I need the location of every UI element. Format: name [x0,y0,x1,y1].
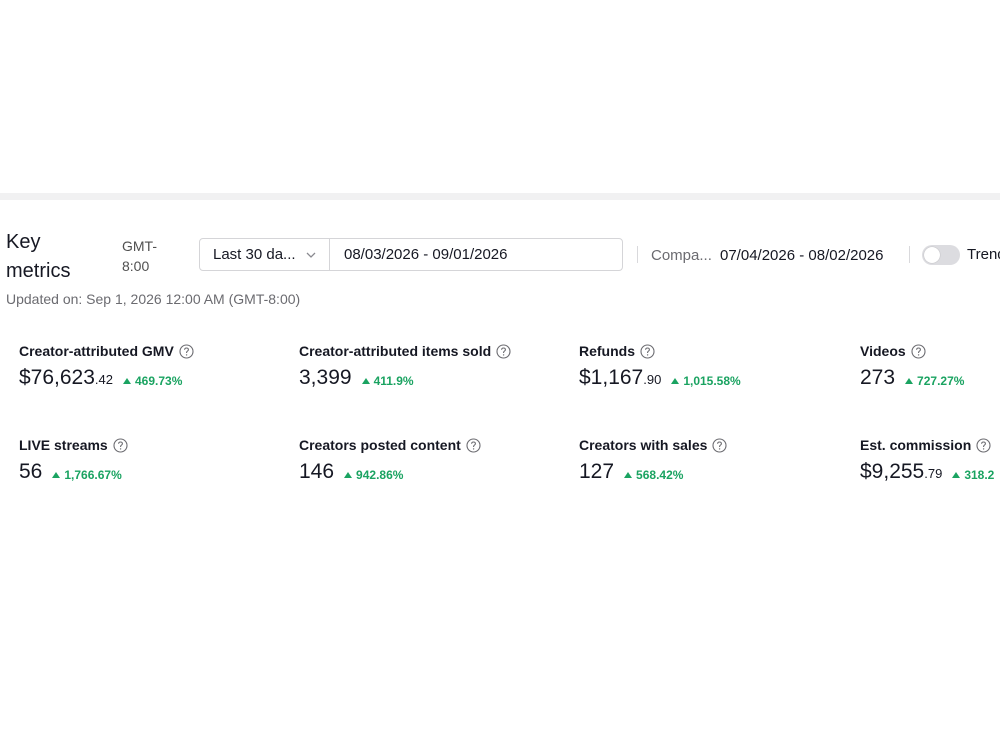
metric-label: LIVE streams [19,437,108,453]
compare-label: Compa... [651,247,712,264]
trend-label: Trend [967,246,1000,263]
metric-value-row: 273 727.27% [860,366,1000,390]
title-line-1: Key [6,231,41,253]
metric-value-row: 56 1,766.67% [19,460,289,484]
help-icon[interactable] [712,437,727,453]
metric-label: Refunds [579,343,635,359]
metric-label: Creator-attributed items sold [299,343,492,359]
metric-label: Creator-attributed GMV [19,343,174,359]
trend-toggle[interactable] [922,245,960,265]
metric-delta-value: 411.9% [373,374,414,388]
metric-value: $1,167 [579,366,644,389]
metric-delta-value: 942.86% [356,468,404,482]
metric-delta-value: 727.27% [917,374,965,388]
metric-card: Videos 273 727.27% [860,342,1000,390]
metric-card: Creators posted content 146 942.86% [299,436,569,484]
metric-delta: 469.73% [123,374,182,388]
metric-value-row: $76,623.42 469.73% [19,366,289,390]
help-icon[interactable] [179,343,194,359]
arrow-up-icon [361,378,370,384]
arrow-up-icon [123,378,131,384]
metric-value-row: $9,255.79 318.2 [860,460,1000,484]
metric-delta: 727.27% [905,374,964,388]
metric-label: Creators posted content [299,437,461,453]
metric-delta-value: 1,015.58% [683,374,741,388]
date-range-text: 08/03/2026 - 09/01/2026 [344,246,508,263]
range-preset-label: Last 30 da... [213,246,296,263]
metric-label-row: Creator-attributed items sold [299,342,569,360]
help-icon[interactable] [113,437,128,453]
metric-label: Creators with sales [579,437,708,453]
section-divider [0,193,1000,200]
metric-label-row: Videos [860,342,1000,360]
metric-label: Est. commission [860,437,972,453]
metric-card: LIVE streams 56 1,766.67% [19,436,289,484]
metric-delta: 411.9% [361,374,414,388]
metric-value-row: 127 568.42% [579,460,849,484]
metric-card: Refunds $1,167.90 1,015.58% [579,342,849,390]
arrow-up-icon [344,472,353,478]
arrow-up-icon [52,472,61,478]
metric-value-decimal: .79 [924,466,943,481]
help-icon[interactable] [640,343,655,359]
metric-value: 3,399 [299,366,352,389]
metric-value-row: $1,167.90 1,015.58% [579,366,849,390]
arrow-up-icon [624,472,633,478]
page-title: Key metrics [6,228,70,286]
help-icon[interactable] [496,343,511,359]
metric-label-row: Creator-attributed GMV [19,342,289,360]
metric-label-row: LIVE streams [19,436,289,454]
separator [637,246,638,263]
metric-value: 127 [579,460,615,483]
metric-label-row: Creators with sales [579,436,849,454]
compare-range[interactable]: 07/04/2026 - 08/02/2026 [720,247,883,264]
metric-card: Creator-attributed GMV $76,623.42 469.73% [19,342,289,390]
metric-card: Creator-attributed items sold 3,399 411.9% [299,342,569,390]
help-icon[interactable] [911,343,926,359]
metric-value-row: 146 942.86% [299,460,569,484]
metric-delta: 942.86% [344,468,403,482]
range-preset-dropdown[interactable]: Last 30 da... [200,239,330,270]
metric-card: Est. commission $9,255.79 318.2 [860,436,1000,484]
arrow-up-icon [905,378,914,384]
metric-label-row: Refunds [579,342,849,360]
help-icon[interactable] [466,437,481,453]
metric-value: 56 [19,460,43,483]
metric-value: $76,623 [19,366,95,389]
metric-card: Creators with sales 127 568.42% [579,436,849,484]
arrow-up-icon [671,378,680,384]
metric-delta-value: 1,766.67% [64,468,122,482]
separator [909,246,910,263]
metric-delta: 1,015.58% [671,374,741,388]
metric-value-decimal: .42 [94,372,113,387]
metric-label: Videos [860,343,906,359]
timezone-line-2: 8:00 [122,258,150,274]
arrow-up-icon [952,472,961,478]
date-range-picker: Last 30 da... 08/03/2026 - 09/01/2026 [199,238,623,271]
date-range-input[interactable]: 08/03/2026 - 09/01/2026 [330,246,507,263]
timezone-line-1: GMT- [122,238,157,254]
chevron-down-icon [306,252,316,258]
metric-delta-value: 469.73% [135,374,183,388]
metric-value: 146 [299,460,335,483]
metric-delta: 568.42% [624,468,683,482]
toggle-knob [924,247,940,263]
metric-value: 273 [860,366,896,389]
metric-value-row: 3,399 411.9% [299,366,569,390]
title-line-2: metrics [6,260,71,282]
metric-delta: 1,766.67% [52,468,122,482]
updated-timestamp: Updated on: Sep 1, 2026 12:00 AM (GMT-8:… [6,291,301,307]
timezone-label: GMT- 8:00 [122,236,157,276]
metric-delta-value: 318.2 [964,468,995,482]
metric-delta: 318.2 [952,468,994,482]
help-icon[interactable] [976,437,991,453]
metric-value-decimal: .90 [643,372,662,387]
metric-delta-value: 568.42% [636,468,684,482]
metric-label-row: Est. commission [860,436,1000,454]
metric-label-row: Creators posted content [299,436,569,454]
metric-value: $9,255 [860,460,925,483]
